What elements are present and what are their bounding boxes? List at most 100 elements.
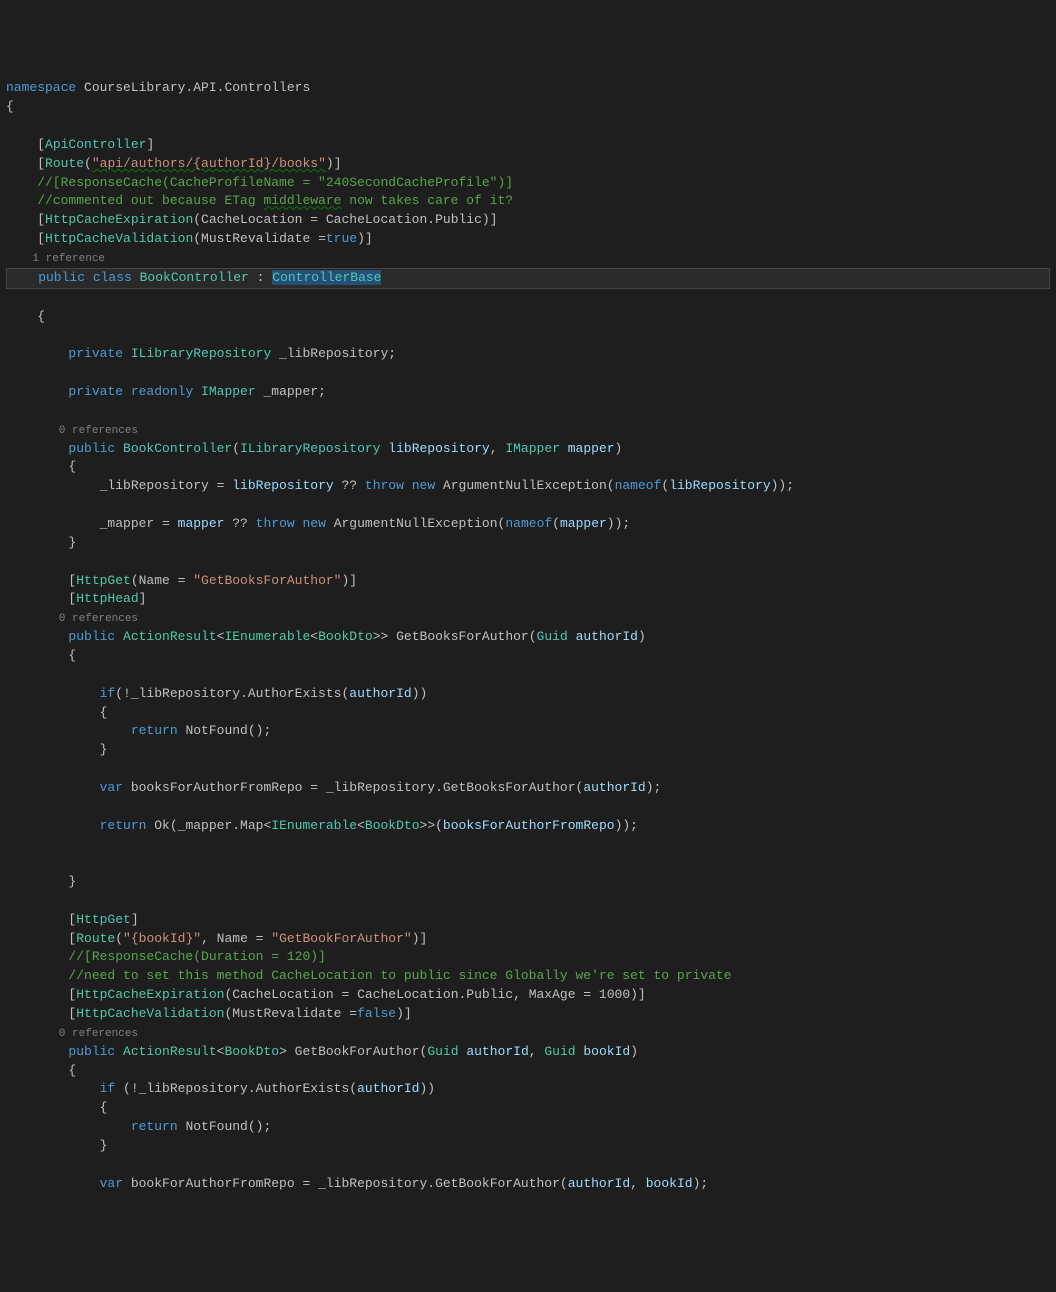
code-line: { — [6, 1100, 107, 1115]
param-type: IMapper — [505, 441, 560, 456]
string: "{bookId}" — [123, 931, 201, 946]
punct: < — [217, 1044, 225, 1059]
keyword: private — [6, 384, 123, 399]
punct: )] — [412, 931, 428, 946]
identifier: authorId — [568, 1176, 630, 1191]
sp — [404, 478, 412, 493]
punct: [ — [6, 912, 76, 927]
code: Ok(_mapper.Map< — [146, 818, 271, 833]
identifier: bookId — [646, 1176, 693, 1191]
keyword: nameof — [505, 516, 552, 531]
method-name: GetBookForAuthor( — [287, 1044, 427, 1059]
keyword: throw — [365, 478, 404, 493]
attribute: HttpGet — [76, 912, 131, 927]
string: "GetBookForAuthor" — [271, 931, 411, 946]
identifier: libRepository — [669, 478, 770, 493]
punct: ] — [139, 591, 147, 606]
punct: >> — [373, 629, 389, 644]
punct: , — [630, 1176, 646, 1191]
punct: : — [249, 270, 272, 285]
comment: //commented out because ETag — [6, 193, 263, 208]
selected-text: ControllerBase — [272, 270, 381, 285]
punct: ( — [115, 931, 123, 946]
attribute: Route — [76, 931, 115, 946]
punct: ( — [552, 516, 560, 531]
param-name: bookId — [576, 1044, 631, 1059]
keyword: throw — [256, 516, 295, 531]
punct: < — [357, 818, 365, 833]
identifier: authorId — [583, 780, 645, 795]
keyword: public — [6, 629, 115, 644]
codelens-references[interactable]: 0 references — [6, 425, 138, 437]
punct: )] — [341, 573, 357, 588]
current-line[interactable]: public class BookController : Controller… — [6, 268, 1050, 289]
identifier: authorId — [357, 1081, 419, 1096]
type: ActionResult — [115, 1044, 216, 1059]
keyword: if — [6, 686, 115, 701]
attribute: HttpCacheValidation — [45, 231, 193, 246]
attribute: HttpHead — [76, 591, 138, 606]
param-name: mapper — [560, 441, 615, 456]
punct: < — [310, 629, 318, 644]
punct: > — [279, 1044, 287, 1059]
keyword: var — [6, 1176, 123, 1191]
code: NotFound(); — [178, 1119, 272, 1134]
code: _libRepository = — [6, 478, 232, 493]
punct: )] — [326, 156, 342, 171]
code-line: { — [6, 648, 76, 663]
code-line: { — [6, 1063, 76, 1078]
keyword: new — [412, 478, 435, 493]
punct: )) — [419, 1081, 435, 1096]
field: _libRepository; — [271, 346, 396, 361]
codelens-references[interactable]: 0 references — [6, 1028, 138, 1040]
keyword: namespace — [6, 80, 76, 95]
method-name: GetBooksForAuthor( — [388, 629, 536, 644]
code: NotFound(); — [178, 723, 272, 738]
codelens-references[interactable]: 1 reference — [6, 253, 105, 265]
punct: ) — [615, 441, 623, 456]
code: (!_libRepository.AuthorExists( — [115, 1081, 357, 1096]
code-line: } — [6, 1138, 107, 1153]
attribute: ApiController — [45, 137, 146, 152]
punct: , Name = — [201, 931, 271, 946]
identifier: authorId — [349, 686, 411, 701]
param-name: libRepository — [381, 441, 490, 456]
type: BookDto — [224, 1044, 279, 1059]
keyword: var — [6, 780, 123, 795]
punct: [ — [6, 156, 45, 171]
field: _mapper; — [256, 384, 326, 399]
punct: [ — [6, 212, 45, 227]
punct: [ — [6, 137, 45, 152]
punct: [ — [6, 573, 76, 588]
class-name: BookController — [132, 270, 249, 285]
punct: ) — [630, 1044, 638, 1059]
punct: (Name = — [131, 573, 193, 588]
keyword: return — [6, 818, 146, 833]
punct: (MustRevalidate = — [224, 1006, 357, 1021]
attribute: HttpCacheValidation — [76, 1006, 224, 1021]
comment: middleware — [263, 193, 341, 208]
punct: )] — [396, 1006, 412, 1021]
code-editor[interactable]: namespace CourseLibrary.API.Controllers … — [0, 75, 1056, 1197]
constructor-name: BookController — [115, 441, 232, 456]
string: "api/authors/{authorId}/books" — [92, 156, 326, 171]
punct: ] — [146, 137, 154, 152]
code: bookForAuthorFromRepo = _libRepository.G… — [123, 1176, 568, 1191]
keyword: nameof — [615, 478, 662, 493]
param-type: Guid — [537, 629, 568, 644]
keyword: true — [326, 231, 357, 246]
punct: , — [529, 1044, 545, 1059]
keyword: public — [6, 1044, 115, 1059]
codelens-references[interactable]: 0 references — [6, 613, 138, 625]
keyword: public — [7, 270, 85, 285]
attribute: HttpGet — [76, 573, 131, 588]
punct: ) — [638, 629, 646, 644]
param-type: ILibraryRepository — [240, 441, 380, 456]
type: BookDto — [365, 818, 420, 833]
type: IMapper — [193, 384, 255, 399]
punct: [ — [6, 231, 45, 246]
code: ?? — [334, 478, 365, 493]
identifier: libRepository — [232, 478, 333, 493]
param-type: Guid — [544, 1044, 575, 1059]
keyword: false — [357, 1006, 396, 1021]
